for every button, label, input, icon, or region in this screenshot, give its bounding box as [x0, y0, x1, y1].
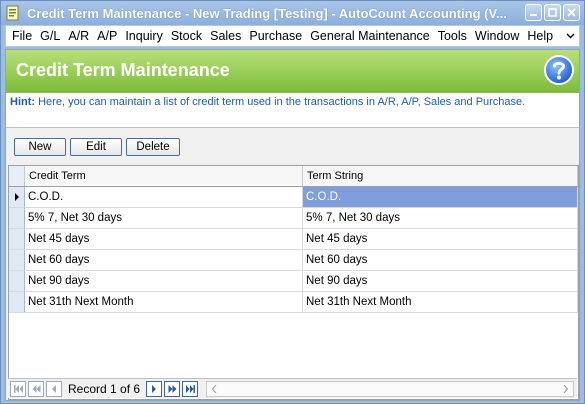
menu-bar: File G/L A/R A/P Inquiry Stock Sales Pur…	[5, 25, 580, 47]
minimize-button[interactable]	[525, 4, 542, 21]
rewind-icon	[32, 384, 40, 393]
previous-record-button[interactable]	[46, 380, 62, 397]
row-indicator	[9, 187, 25, 207]
cell-credit-term[interactable]: Net 90 days	[25, 271, 303, 291]
credit-term-grid[interactable]: Credit Term Term String C.O.D. C.O.D. 5%…	[8, 165, 579, 400]
chevron-down-icon[interactable]	[566, 31, 575, 40]
table-row[interactable]: Net 31th Next Month Net 31th Next Month	[9, 292, 578, 313]
prev-icon	[52, 384, 56, 393]
next-page-button[interactable]	[164, 380, 181, 397]
menu-general-maintenance[interactable]: General Maintenance	[306, 29, 434, 43]
cell-term-string[interactable]: C.O.D.	[303, 187, 578, 207]
table-row[interactable]: Net 60 days Net 60 days	[9, 250, 578, 271]
column-header-credit-term[interactable]: Credit Term	[25, 166, 303, 186]
minimize-icon	[530, 14, 537, 16]
horizontal-scrollbar[interactable]	[206, 381, 574, 397]
cell-term-string[interactable]: Net 60 days	[303, 250, 578, 270]
first-icon	[13, 384, 23, 393]
menu-stock[interactable]: Stock	[167, 29, 206, 43]
last-record-button[interactable]	[182, 380, 199, 397]
title-bar[interactable]: Credit Term Maintenance - New Trading [T…	[1, 1, 584, 25]
menu-tools[interactable]: Tools	[434, 29, 471, 43]
record-navigator: Record 1 of 6	[8, 378, 577, 398]
cell-term-string[interactable]: Net 90 days	[303, 271, 578, 291]
app-window: Credit Term Maintenance - New Trading [T…	[0, 0, 585, 404]
grid-rows: C.O.D. C.O.D. 5% 7, Net 30 days 5% 7, Ne…	[9, 187, 578, 313]
record-position-text: Record 1 of 6	[68, 381, 141, 396]
app-icon	[6, 5, 19, 21]
page-title: Credit Term Maintenance	[16, 60, 230, 80]
maximize-button[interactable]	[544, 4, 561, 21]
scroll-right-icon[interactable]	[558, 382, 573, 396]
hint-text: Here, you can maintain a list of credit …	[38, 96, 526, 108]
cell-credit-term[interactable]: Net 31th Next Month	[25, 292, 303, 312]
row-indicator	[9, 229, 25, 249]
last-icon	[185, 384, 195, 393]
cell-credit-term[interactable]: 5% 7, Net 30 days	[25, 208, 303, 228]
content-area: Credit Term Maintenance Hint: Here, you …	[5, 49, 580, 401]
row-indicator-header	[9, 166, 25, 186]
hint-label: Hint:	[10, 96, 36, 108]
new-button[interactable]: New	[14, 138, 66, 156]
table-row[interactable]: Net 45 days Net 45 days	[9, 229, 578, 250]
window-title: Credit Term Maintenance - New Trading [T…	[27, 5, 507, 21]
menu-inquiry[interactable]: Inquiry	[121, 29, 167, 43]
first-record-button[interactable]	[10, 380, 26, 397]
row-indicator	[9, 292, 25, 312]
menu-sales[interactable]: Sales	[206, 29, 245, 43]
table-row[interactable]: Net 90 days Net 90 days	[9, 271, 578, 292]
column-header-term-string[interactable]: Term String	[303, 166, 578, 186]
menu-help[interactable]: Help	[523, 29, 557, 43]
help-icon[interactable]	[543, 54, 575, 86]
table-row[interactable]: 5% 7, Net 30 days 5% 7, Net 30 days	[9, 208, 578, 229]
cell-term-string[interactable]: Net 31th Next Month	[303, 292, 578, 312]
row-indicator	[9, 250, 25, 270]
row-indicator	[9, 271, 25, 291]
close-icon	[567, 8, 576, 17]
row-indicator	[9, 208, 25, 228]
cell-credit-term[interactable]: C.O.D.	[25, 187, 303, 207]
toolbar: New Edit Delete	[14, 138, 180, 156]
menu-window[interactable]: Window	[471, 29, 523, 43]
next-icon	[152, 384, 157, 393]
header-band: Credit Term Maintenance	[6, 50, 579, 92]
cell-credit-term[interactable]: Net 45 days	[25, 229, 303, 249]
maximize-icon	[548, 8, 557, 17]
fast-forward-icon	[168, 384, 177, 393]
menu-ar[interactable]: A/R	[64, 29, 93, 43]
table-row[interactable]: C.O.D. C.O.D.	[9, 187, 578, 208]
menu-gl[interactable]: G/L	[36, 29, 64, 43]
cell-credit-term[interactable]: Net 60 days	[25, 250, 303, 270]
close-button[interactable]	[563, 4, 580, 21]
cell-term-string[interactable]: Net 45 days	[303, 229, 578, 249]
next-record-button[interactable]	[146, 380, 163, 397]
menu-purchase[interactable]: Purchase	[245, 29, 306, 43]
edit-button[interactable]: Edit	[70, 138, 122, 156]
menu-ap[interactable]: A/P	[93, 29, 121, 43]
delete-button[interactable]: Delete	[126, 138, 180, 156]
scroll-left-icon[interactable]	[207, 382, 222, 396]
previous-page-button[interactable]	[28, 380, 44, 397]
hint-panel: Hint: Here, you can maintain a list of c…	[6, 92, 579, 128]
current-row-arrow-icon	[14, 193, 19, 201]
grid-header: Credit Term Term String	[9, 166, 578, 187]
cell-term-string[interactable]: 5% 7, Net 30 days	[303, 208, 578, 228]
menu-file[interactable]: File	[8, 29, 36, 43]
